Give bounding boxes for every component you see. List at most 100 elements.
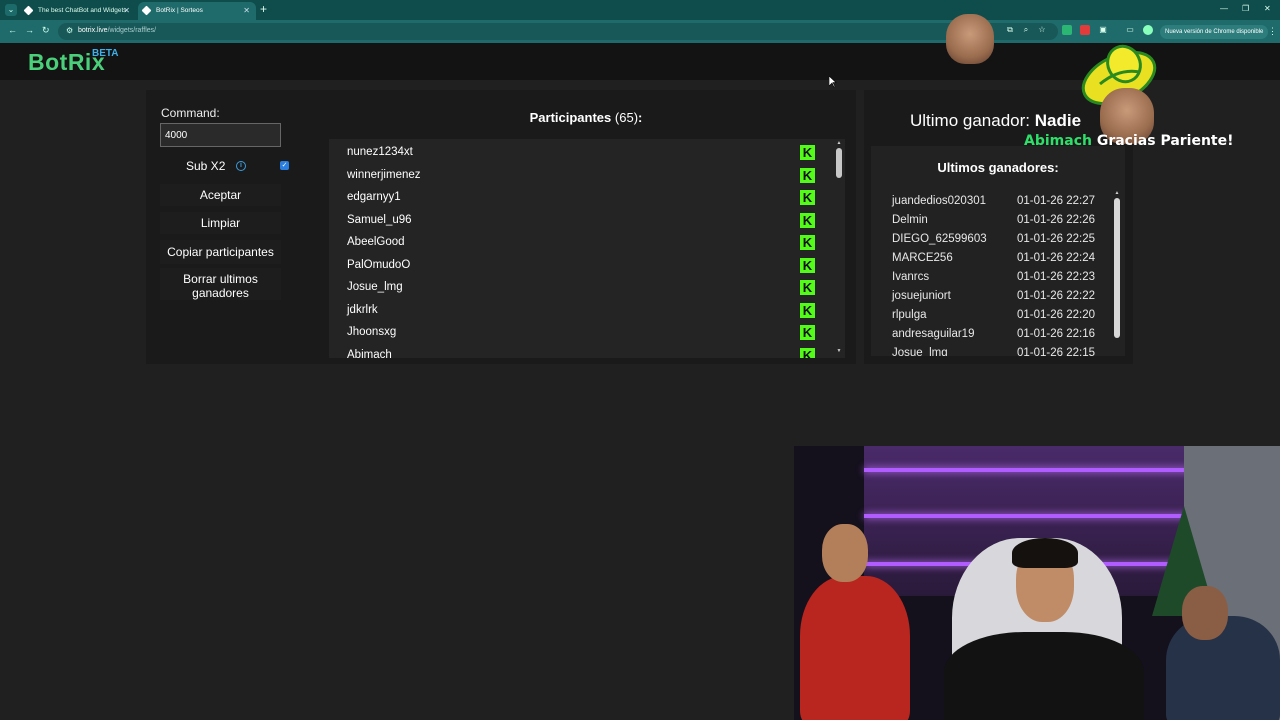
- tab-title: The best ChatBot and Widgets: [38, 7, 127, 14]
- new-tab-button[interactable]: +: [260, 2, 267, 16]
- extension-green-icon[interactable]: [1062, 25, 1072, 35]
- winner-time: 01-01-26 22:26: [1017, 214, 1096, 226]
- winner-name: Ivanrcs: [892, 271, 930, 283]
- winner-name: andresaguilar19: [892, 328, 975, 340]
- list-item: Abimach K: [347, 344, 827, 359]
- sub-x2-checkbox[interactable]: ✓: [280, 161, 289, 170]
- forward-icon[interactable]: →: [25, 25, 34, 35]
- participants-count: (65): [614, 110, 639, 125]
- info-icon[interactable]: i: [236, 161, 246, 171]
- participant-name: Abimach: [347, 348, 392, 359]
- list-item: winnerjimenez K: [347, 164, 827, 186]
- winner-name: rlpulga: [892, 309, 927, 321]
- winner-row: Delmin 01-01-26 22:26: [892, 211, 1112, 230]
- tab-title: BotRix | Sorteos: [156, 7, 203, 14]
- participants-list[interactable]: nunez1234xt K winnerjimenez K edgarnyy1 K S…: [329, 139, 845, 358]
- participants-heading: Participantes: [529, 110, 612, 125]
- tab-search-icon[interactable]: ⌄: [5, 4, 17, 16]
- scroll-thumb[interactable]: [836, 148, 842, 178]
- command-input[interactable]: [160, 123, 281, 147]
- participants-scrollbar[interactable]: ▲ ▼: [836, 140, 842, 354]
- alert-username: Abimach: [1024, 133, 1092, 149]
- tab-sorteos[interactable]: BotRix | Sorteos ✕: [138, 2, 256, 20]
- scroll-thumb[interactable]: [1114, 198, 1120, 338]
- winner-time: 01-01-26 22:25: [1017, 233, 1096, 245]
- participants-title: Participantes (65):: [486, 110, 686, 125]
- list-item: Samuel_u96 K: [347, 209, 827, 231]
- scroll-up-icon[interactable]: ▲: [1114, 190, 1120, 196]
- participant-name: jdkrlrk: [347, 303, 378, 316]
- accept-button[interactable]: Aceptar: [160, 184, 281, 206]
- winner-row: josuejuniort 01-01-26 22:22: [892, 287, 1112, 306]
- browser-tab-strip: ⌄ The best ChatBot and Widgets ✕ BotRix …: [0, 0, 1280, 20]
- winner-time: 01-01-26 22:15: [1017, 347, 1096, 356]
- neon-shelf: [864, 468, 1194, 472]
- kick-logo-icon: K: [800, 302, 815, 318]
- winner-row: Josue_lmg 01-01-26 22:15: [892, 344, 1112, 356]
- participant-name: Samuel_u96: [347, 213, 412, 226]
- button-label-line: Borrar ultimos: [183, 271, 258, 286]
- beta-badge: BETA: [92, 48, 119, 59]
- winner-name: juandedios020301: [892, 195, 987, 207]
- botrix-favicon-icon: [141, 5, 152, 16]
- reload-icon[interactable]: ↻: [42, 25, 50, 36]
- winner-name: MARCE256: [892, 252, 953, 264]
- participant-name: edgarnyy1: [347, 191, 401, 203]
- list-item: jdkrlrk K: [347, 299, 827, 321]
- participant-name: Josue_lmg: [347, 281, 403, 293]
- tab-chatbot[interactable]: The best ChatBot and Widgets ✕: [20, 2, 136, 20]
- close-window-icon[interactable]: ✕: [1264, 4, 1271, 13]
- webcam-feed: [794, 446, 1280, 720]
- recent-winners-title: Ultimos ganadores:: [937, 160, 1059, 175]
- winner-name: Josue_lmg: [892, 347, 948, 356]
- winner-name: DIEGO_62599603: [892, 233, 987, 245]
- participant-name: AbeelGood: [347, 236, 405, 248]
- close-tab-icon[interactable]: ✕: [123, 2, 130, 19]
- participant-name: winnerjimenez: [347, 168, 421, 181]
- participants-colon: :: [638, 110, 643, 125]
- delete-winners-button[interactable]: Borrar ultimos ganadores: [160, 268, 281, 300]
- sub-x2-label: Sub X2: [186, 159, 226, 173]
- participant-name: nunez1234xt: [347, 146, 413, 158]
- winner-time: 01-01-26 22:22: [1017, 290, 1096, 302]
- last-winner-label: Ultimo ganador:: [910, 111, 1031, 130]
- bookmark-star-icon[interactable]: ☆: [1037, 25, 1047, 35]
- minimize-icon[interactable]: —: [1220, 4, 1228, 13]
- chrome-menu-icon[interactable]: ⋮: [1268, 26, 1277, 37]
- winner-time: 01-01-26 22:16: [1017, 328, 1096, 340]
- neon-shelf: [864, 514, 1194, 518]
- list-item: nunez1234xt K: [347, 141, 827, 163]
- recent-winners-box[interactable]: Ultimos ganadores: juandedios020301 01-01…: [871, 146, 1125, 356]
- kick-logo-icon: K: [800, 145, 815, 160]
- person-head: [1182, 586, 1228, 640]
- restore-icon[interactable]: ❐: [1242, 4, 1249, 13]
- url-text: botrix.live/widgets/raffles/: [78, 27, 157, 34]
- last-winner-name: Nadie: [1034, 111, 1082, 130]
- zoom-icon[interactable]: ⌕: [1021, 25, 1031, 35]
- clear-button[interactable]: Limpiar: [160, 212, 281, 234]
- scroll-down-icon[interactable]: ▼: [836, 348, 842, 354]
- kick-logo-icon: K: [800, 190, 815, 205]
- address-bar[interactable]: ⚙ botrix.live/widgets/raffles/: [58, 23, 1058, 40]
- winner-row: MARCE256 01-01-26 22:24: [892, 249, 1112, 268]
- winner-time: 01-01-26 22:24: [1017, 252, 1096, 264]
- copy-participants-button[interactable]: Copiar participantes: [160, 240, 281, 264]
- scroll-up-icon[interactable]: ▲: [836, 140, 842, 146]
- kick-logo-icon: K: [800, 235, 815, 250]
- site-info-icon[interactable]: ⚙: [66, 26, 73, 35]
- winner-row: andresaguilar19 01-01-26 22:16: [892, 325, 1112, 344]
- winner-name: josuejuniort: [892, 290, 951, 302]
- kick-logo-icon: K: [800, 347, 815, 358]
- overlay-face-image: [946, 14, 994, 64]
- close-tab-icon[interactable]: ✕: [243, 2, 250, 19]
- winner-time: 01-01-26 22:20: [1017, 309, 1096, 321]
- stream-alert: Abimach Gracias Pariente!: [1024, 133, 1234, 149]
- winners-scrollbar[interactable]: ▲: [1114, 190, 1120, 342]
- list-item: PalOmudoO K: [347, 254, 827, 276]
- last-winner: Ultimo ganador: Nadie: [910, 111, 1081, 131]
- translate-icon[interactable]: ⧉: [1005, 25, 1015, 35]
- list-item: edgarnyy1 K: [347, 186, 827, 208]
- back-icon[interactable]: ←: [8, 25, 17, 35]
- person-head: [822, 524, 868, 582]
- chrome-update-button[interactable]: Nueva versión de Chrome disponible: [1160, 25, 1269, 39]
